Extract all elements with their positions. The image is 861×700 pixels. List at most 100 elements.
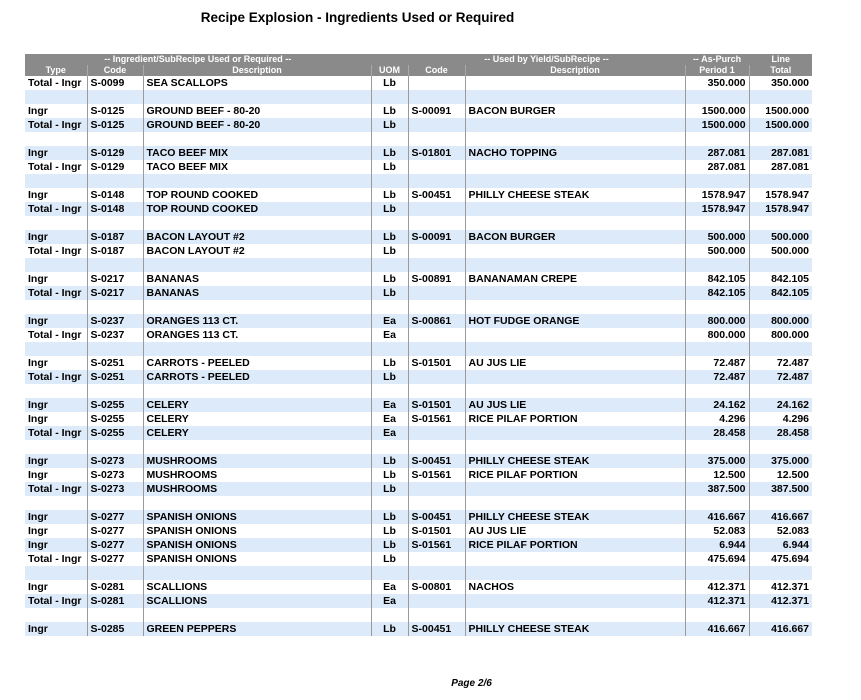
cell-type: Total - Ingr (25, 160, 88, 174)
cell-uom: Ea (371, 412, 409, 426)
cell-uom: Lb (371, 230, 409, 244)
col-description-header: Description (143, 65, 372, 76)
cell-line-total: 1578.947 (749, 202, 813, 216)
cell-uom: Lb (371, 244, 409, 258)
cell-code (87, 342, 144, 356)
cell-type: Ingr (25, 146, 88, 160)
cell-used-code: S-01501 (408, 524, 466, 538)
col-uom-header: UOM (371, 65, 409, 76)
cell-period-1: 412.371 (685, 580, 750, 594)
cell-line-total: 1500.000 (749, 118, 813, 132)
cell-used-description: BACON BURGER (465, 230, 686, 244)
table-row: Ingr S-0255 CELERY Ea S-01561 RICE PILAF PORT… (25, 412, 813, 426)
group-usedby-header: -- Used by Yield/SubRecipe -- (408, 54, 686, 65)
cell-used-code: S-01561 (408, 412, 466, 426)
cell-used-code (408, 328, 466, 342)
cell-uom: Ea (371, 314, 409, 328)
cell-uom (371, 132, 409, 146)
cell-line-total: 1500.000 (749, 104, 813, 118)
cell-used-description (465, 90, 686, 104)
cell-line-total (749, 258, 813, 272)
cell-line-total: 287.081 (749, 160, 813, 174)
cell-used-code: S-00451 (408, 454, 466, 468)
cell-used-code (408, 594, 466, 608)
cell-uom: Ea (371, 398, 409, 412)
cell-type: Total - Ingr (25, 286, 88, 300)
cell-type (25, 216, 88, 230)
cell-uom: Lb (371, 622, 409, 636)
cell-period-1 (685, 342, 750, 356)
cell-type: Ingr (25, 524, 88, 538)
cell-code (87, 258, 144, 272)
table-row: Ingr S-0273 MUSHROOMS Lb S-00451 PHILLY CHEES… (25, 454, 813, 468)
cell-used-description (465, 258, 686, 272)
cell-used-description (465, 370, 686, 384)
cell-code: S-0255 (87, 426, 144, 440)
cell-line-total (749, 90, 813, 104)
table-row: Ingr S-0187 BACON LAYOUT #2 Lb S-00091 BACON … (25, 230, 813, 244)
cell-used-description: BANANAMAN CREPE (465, 272, 686, 286)
cell-uom: Lb (371, 552, 409, 566)
cell-period-1 (685, 258, 750, 272)
cell-type (25, 440, 88, 454)
cell-line-total (749, 608, 813, 622)
cell-type: Ingr (25, 454, 88, 468)
cell-code (87, 132, 144, 146)
cell-uom: Lb (371, 482, 409, 496)
cell-used-description (465, 342, 686, 356)
cell-type (25, 258, 88, 272)
cell-type (25, 566, 88, 580)
cell-period-1: 500.000 (685, 230, 750, 244)
cell-type: Ingr (25, 314, 88, 328)
cell-used-code (408, 244, 466, 258)
cell-period-1 (685, 384, 750, 398)
cell-period-1: 800.000 (685, 314, 750, 328)
cell-used-description: PHILLY CHEESE STEAK (465, 622, 686, 636)
cell-line-total: 500.000 (749, 244, 813, 258)
cell-used-description (465, 244, 686, 258)
cell-description: SEA SCALLOPS (143, 76, 372, 90)
cell-period-1: 350.000 (685, 76, 750, 90)
cell-code: S-0277 (87, 510, 144, 524)
cell-period-1: 842.105 (685, 272, 750, 286)
cell-code: S-0281 (87, 580, 144, 594)
cell-period-1 (685, 496, 750, 510)
page-number: Page 2/6 (451, 678, 492, 689)
table-row: Total - Ingr S-0281 SCALLIONS Ea 412.371 412.… (25, 594, 813, 608)
cell-code (87, 608, 144, 622)
cell-line-total: 842.105 (749, 286, 813, 300)
cell-uom: Lb (371, 160, 409, 174)
cell-code: S-0237 (87, 314, 144, 328)
cell-description: SPANISH ONIONS (143, 538, 372, 552)
cell-uom: Lb (371, 356, 409, 370)
cell-code (87, 496, 144, 510)
cell-line-total: 475.694 (749, 552, 813, 566)
cell-description: CELERY (143, 412, 372, 426)
cell-period-1 (685, 608, 750, 622)
cell-period-1 (685, 174, 750, 188)
cell-line-total: 416.667 (749, 622, 813, 636)
col-used-code-header: Code (408, 65, 466, 76)
cell-code (87, 90, 144, 104)
table-row: Ingr S-0285 GREEN PEPPERS Lb S-00451 PHILLY C… (25, 622, 813, 636)
cell-uom: Lb (371, 524, 409, 538)
cell-description: CELERY (143, 426, 372, 440)
col-used-description-header: Description (465, 65, 686, 76)
table-row: Total - Ingr S-0277 SPANISH ONIONS Lb 475.69… (25, 552, 813, 566)
table-row: Ingr S-0125 GROUND BEEF - 80-20 Lb S-00091 BA… (25, 104, 813, 118)
cell-description: GROUND BEEF - 80-20 (143, 104, 372, 118)
table-row: Total - Ingr S-0217 BANANAS Lb 842.105 842.10… (25, 286, 813, 300)
cell-period-1: 387.500 (685, 482, 750, 496)
cell-period-1: 6.944 (685, 538, 750, 552)
cell-type (25, 174, 88, 188)
cell-line-total: 72.487 (749, 356, 813, 370)
cell-period-1: 416.667 (685, 622, 750, 636)
group-line-header: Line (749, 54, 813, 65)
cell-type: Ingr (25, 272, 88, 286)
cell-used-code (408, 566, 466, 580)
cell-uom (371, 258, 409, 272)
cell-line-total: 52.083 (749, 524, 813, 538)
cell-used-code: S-00891 (408, 272, 466, 286)
cell-used-code (408, 552, 466, 566)
cell-used-code: S-00451 (408, 622, 466, 636)
